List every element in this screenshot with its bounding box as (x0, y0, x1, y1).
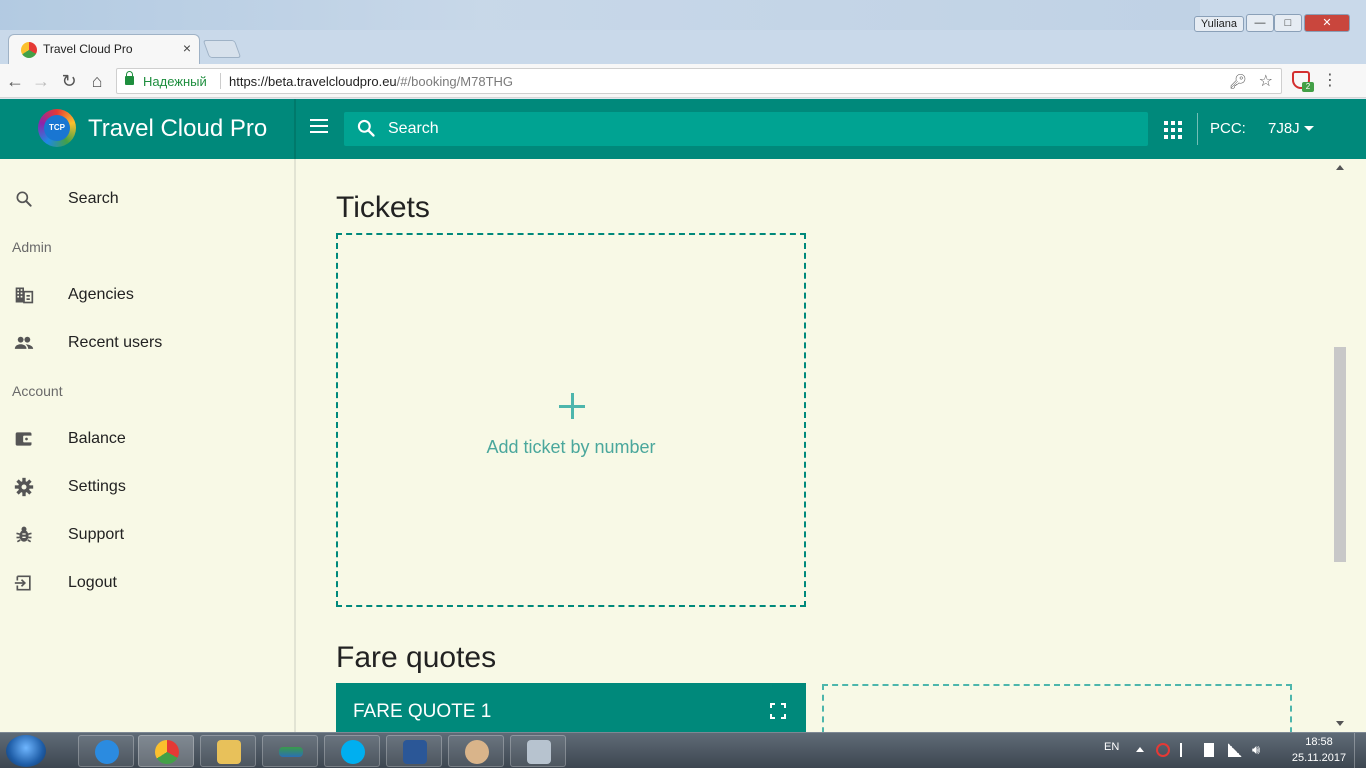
booking-content: Tickets Add ticket by number Fare quotes… (298, 159, 1332, 732)
building-icon (15, 287, 34, 304)
gear-icon (14, 477, 34, 497)
fare-quote-card[interactable]: FARE QUOTE 1 (336, 683, 806, 732)
reload-icon[interactable]: ↻ (58, 70, 80, 92)
tab-close-icon[interactable]: × (183, 40, 191, 56)
sidebar-item-settings[interactable]: Settings (0, 467, 294, 507)
add-ticket-label: Add ticket by number (486, 437, 656, 457)
chrome-icon (155, 740, 179, 764)
logout-icon (14, 575, 31, 591)
fare-quote-title: FARE QUOTE 1 (353, 701, 492, 722)
url-text[interactable]: https://beta.travelcloudpro.eu/#/booking… (229, 74, 513, 89)
sidebar-item-logout[interactable]: Logout (0, 563, 294, 603)
sidebar-item-recent-users[interactable]: Recent users (0, 323, 294, 363)
bookmark-star-icon[interactable]: ☆ (1259, 71, 1273, 91)
scroll-down-icon[interactable] (1336, 721, 1344, 726)
taskbar-ie-button[interactable] (78, 735, 134, 767)
taskbar-word-button[interactable] (386, 735, 442, 767)
network-signal-icon[interactable] (1228, 743, 1242, 757)
sidebar-item-agencies[interactable]: Agencies (0, 275, 294, 315)
show-desktop-button[interactable] (1354, 733, 1366, 768)
brand-logo-icon: TCP (38, 109, 76, 147)
search-icon (357, 119, 375, 137)
extension-badge: 2 (1302, 82, 1314, 92)
sidebar: Search Admin Agencies Recent users Accou… (0, 159, 296, 732)
fare-quotes-heading: Fare quotes (336, 641, 497, 674)
flag-tray-icon[interactable] (1180, 743, 1194, 757)
chrome-favicon-icon (21, 42, 37, 58)
window-close-button[interactable]: ✕ (1304, 14, 1350, 32)
search-placeholder: Search (388, 120, 439, 137)
window-maximize-button[interactable]: □ (1274, 14, 1302, 32)
clock-time[interactable]: 18:58 (1296, 736, 1342, 748)
start-button[interactable] (6, 735, 46, 767)
secure-label: Надежный (143, 74, 207, 89)
page-scrollbar[interactable] (1332, 159, 1348, 732)
sidebar-section-account: Account (12, 383, 63, 399)
clock-date[interactable]: 25.11.2017 (1286, 752, 1352, 764)
tray-expand-icon[interactable] (1136, 747, 1144, 752)
sidebar-item-search[interactable]: Search (0, 179, 294, 219)
browser-tab[interactable]: Travel Cloud Pro × (8, 34, 200, 64)
sidebar-item-balance[interactable]: Balance (0, 419, 294, 459)
new-tab-button[interactable] (202, 40, 242, 58)
browser-toolbar: ← → ↻ ⌂ Надежный https://beta.travelclou… (0, 64, 1366, 98)
back-arrow-icon[interactable]: ← (4, 70, 26, 92)
global-search-input[interactable]: Search (344, 112, 1148, 146)
sidebar-item-support[interactable]: Support (0, 515, 294, 555)
taskbar-app-button[interactable] (262, 735, 318, 767)
scroll-thumb[interactable] (1334, 347, 1346, 562)
brand[interactable]: TCP Travel Cloud Pro (0, 99, 296, 159)
brand-name: Travel Cloud Pro (88, 115, 268, 142)
add-ticket-dropzone[interactable]: Add ticket by number (336, 233, 806, 607)
lock-icon (125, 71, 134, 85)
wallet-icon (15, 432, 33, 446)
device-tray-icon[interactable] (1204, 743, 1214, 757)
plus-icon (559, 393, 585, 419)
taskbar-calculator-button[interactable] (510, 735, 566, 767)
taskbar-skype-button[interactable] (324, 735, 380, 767)
app-icon (279, 747, 303, 757)
taskbar-paint-button[interactable] (448, 735, 504, 767)
fullscreen-expand-icon[interactable] (770, 703, 786, 719)
key-icon[interactable]: 🔑︎ (1229, 73, 1247, 90)
word-icon (403, 740, 427, 764)
browser-menu-icon[interactable]: ⋮ (1322, 70, 1338, 90)
window-minimize-button[interactable]: — (1246, 14, 1274, 32)
tickets-heading: Tickets (336, 191, 430, 224)
taskbar-explorer-button[interactable] (200, 735, 256, 767)
taskbar-chrome-button[interactable] (138, 735, 194, 767)
window-user-badge[interactable]: Yuliana (1193, 16, 1244, 32)
pcc-selector[interactable]: 7J8J (1268, 120, 1300, 137)
home-icon[interactable]: ⌂ (86, 70, 108, 92)
antivirus-tray-icon[interactable] (1156, 743, 1170, 757)
language-indicator[interactable]: EN (1104, 741, 1119, 753)
menu-hamburger-icon[interactable] (310, 119, 330, 135)
skype-icon (341, 740, 365, 764)
browser-tabstrip: Travel Cloud Pro × Yuliana — □ ✕ (0, 0, 1366, 66)
pcc-label: PCC: (1210, 120, 1246, 137)
add-fare-quote-dropzone[interactable] (822, 684, 1292, 732)
pcc-caret-down-icon[interactable] (1304, 126, 1314, 131)
windows-taskbar: EN 🔊︎ 18:58 25.11.2017 (0, 732, 1366, 768)
tab-title: Travel Cloud Pro (43, 42, 133, 56)
apps-grid-icon[interactable] (1164, 121, 1182, 139)
paint-icon (465, 740, 489, 764)
app-header: TCP Travel Cloud Pro Search PCC: 7J8J (0, 99, 1366, 159)
folder-icon (217, 740, 241, 764)
volume-icon[interactable]: 🔊︎ (1252, 743, 1266, 757)
scroll-up-icon[interactable] (1336, 165, 1344, 170)
sidebar-section-admin: Admin (12, 239, 52, 255)
search-icon (16, 191, 32, 207)
app: TCP Travel Cloud Pro Search PCC: 7J8J Se… (0, 99, 1366, 732)
address-bar[interactable]: Надежный https://beta.travelcloudpro.eu/… (116, 68, 1282, 94)
bug-icon (16, 526, 32, 543)
forward-arrow-icon[interactable]: → (30, 70, 52, 92)
internet-explorer-icon (95, 740, 119, 764)
people-icon (14, 336, 34, 349)
calculator-icon (527, 740, 551, 764)
